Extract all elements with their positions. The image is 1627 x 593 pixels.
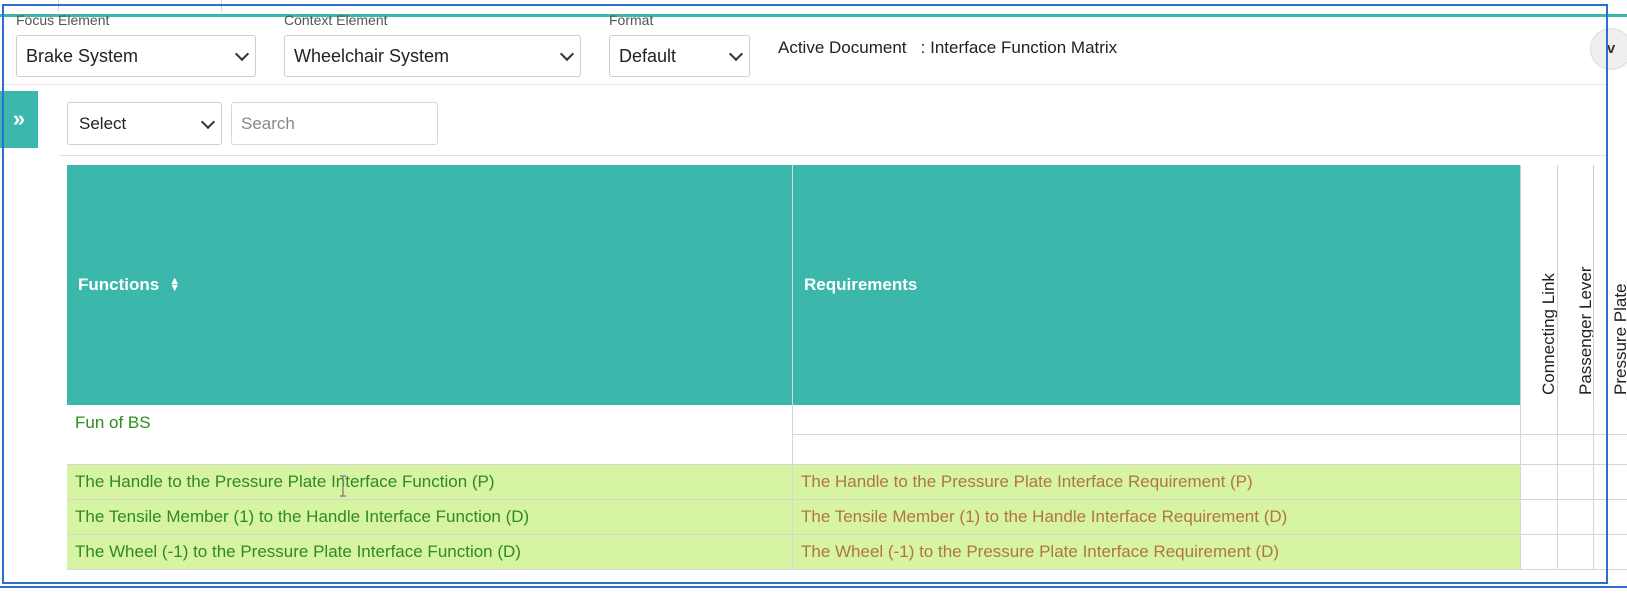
requirement-text: The Tensile Member (1) to the Handle Int… (801, 507, 1288, 526)
focus-element-value: Brake System (26, 45, 139, 66)
format-select[interactable]: Default (609, 35, 750, 77)
matrix-cell[interactable] (1557, 535, 1593, 570)
requirement-cell[interactable]: The Wheel (-1) to the Pressure Plate Int… (793, 535, 1520, 570)
sidebar-toggle-button[interactable]: » (0, 91, 38, 148)
matrix-cell[interactable] (1520, 465, 1557, 500)
function-text: Fun of BS (75, 413, 151, 432)
matrix-cell[interactable] (1593, 465, 1627, 500)
context-element-select[interactable]: Wheelchair System (284, 35, 581, 77)
tab-stub[interactable] (0, 0, 59, 12)
column-header-functions[interactable]: Functions ▲ ▼ (67, 165, 793, 405)
sort-icon[interactable]: ▲ ▼ (169, 276, 180, 294)
column-header-interface: Pressure Plate (1593, 165, 1627, 405)
tab-stub[interactable] (58, 0, 222, 12)
filter-select[interactable]: Select (67, 102, 222, 145)
top-tab-strip (0, 0, 1627, 14)
functions-header-label: Functions (78, 275, 160, 294)
column-header-requirements: Requirements (793, 165, 1520, 405)
matrix-cell[interactable] (1557, 465, 1593, 500)
requirement-cell[interactable] (793, 435, 1520, 465)
focus-element-label: Focus Element (16, 12, 110, 28)
function-cell[interactable]: Fun of BS (67, 405, 793, 465)
chevron-down-icon (200, 114, 216, 129)
requirement-text: The Handle to the Pressure Plate Interfa… (801, 472, 1253, 491)
format-value: Default (619, 45, 677, 66)
matrix-cell[interactable] (1520, 500, 1557, 535)
function-text: The Handle to the Pressure Plate Interfa… (75, 472, 495, 491)
matrix-cell[interactable] (1520, 405, 1557, 435)
interface-header-label: Passenger Lever (1575, 266, 1594, 395)
focus-element-select[interactable]: Brake System (16, 35, 256, 77)
text-cursor-icon (340, 475, 346, 497)
context-element-label: Context Element (284, 12, 388, 28)
function-cell[interactable]: The Tensile Member (1) to the Handle Int… (67, 500, 793, 535)
function-text: The Tensile Member (1) to the Handle Int… (75, 507, 530, 526)
double-chevron-right-icon: » (12, 106, 26, 131)
requirement-cell[interactable] (793, 405, 1520, 435)
context-element-value: Wheelchair System (294, 45, 450, 66)
matrix-cell[interactable] (1593, 500, 1627, 535)
column-header-interface: Passenger Lever (1557, 165, 1593, 405)
requirement-cell[interactable]: The Tensile Member (1) to the Handle Int… (793, 500, 1520, 535)
matrix-cell[interactable] (1593, 435, 1627, 465)
matrix-cell[interactable] (1593, 535, 1627, 570)
interface-header-label: Pressure Plate (1610, 283, 1627, 396)
chevron-down-icon (234, 46, 250, 62)
requirement-cell[interactable]: The Handle to the Pressure Plate Interfa… (793, 465, 1520, 500)
filter-select-value: Select (79, 113, 127, 133)
matrix-cell[interactable] (1557, 405, 1593, 435)
format-label: Format (609, 12, 654, 28)
filter-divider (59, 155, 1608, 156)
user-menu-button[interactable]: ᴠ (1590, 28, 1627, 70)
matrix-cell[interactable] (1557, 500, 1593, 535)
requirement-text: The Wheel (-1) to the Pressure Plate Int… (801, 542, 1280, 561)
frame-bottom-line (0, 586, 1627, 588)
matrix-cell[interactable] (1520, 435, 1557, 465)
chevron-down-icon (559, 46, 575, 62)
chevron-down-icon (728, 46, 744, 62)
active-document: Active Document : Interface Function Mat… (778, 38, 1118, 57)
search-input[interactable] (231, 102, 438, 145)
column-header-interface: Connecting Link (1520, 165, 1557, 405)
interface-header-label: Connecting Link (1539, 273, 1557, 395)
function-cell[interactable]: The Handle to the Pressure Plate Interfa… (67, 465, 793, 500)
function-text: The Wheel (-1) to the Pressure Plate Int… (75, 542, 521, 561)
matrix-cell[interactable] (1593, 405, 1627, 435)
matrix-cell[interactable] (1557, 435, 1593, 465)
matrix-cell[interactable] (1520, 535, 1557, 570)
corner-button-text: ᴠ (1606, 40, 1616, 57)
header-divider (2, 84, 1608, 85)
function-cell[interactable]: The Wheel (-1) to the Pressure Plate Int… (67, 535, 793, 570)
accent-bar (0, 14, 1627, 17)
requirements-header-label: Requirements (804, 275, 918, 294)
